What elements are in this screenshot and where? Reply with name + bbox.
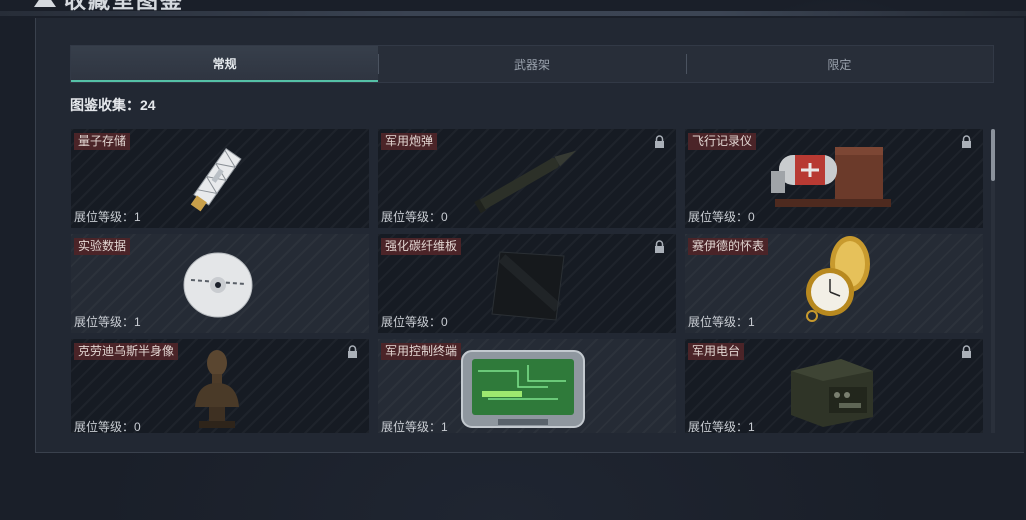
usb-drive-icon [190,148,242,212]
item-level: 展位等级：0 [74,420,141,433]
pocket-watch-icon [806,236,870,322]
item-card-military-radio[interactable]: 军用电台 展位等级：1 [685,339,983,433]
bust-icon [195,350,239,428]
item-card-quantum-storage[interactable]: 量子存储 展位等级：1 [71,129,369,228]
lock-icon [962,135,971,148]
tab-label: 武器架 [513,57,550,72]
tab-bar: 常规 武器架 限定 [70,45,994,83]
item-name: 赛伊德的怀表 [688,238,769,255]
tab-regular[interactable]: 常规 [71,46,379,82]
item-card-carbon-fiber-plate[interactable]: 强化碳纤维板 展位等级：0 [378,234,676,333]
control-terminal-icon [461,350,585,428]
title-triangle-icon [34,0,56,7]
item-name: 军用控制终端 [381,343,462,360]
tab-label: 限定 [827,57,852,72]
item-level: 展位等级：1 [74,210,141,224]
item-card-claudius-bust[interactable]: 克劳迪乌斯半身像 展位等级：0 [71,339,369,433]
carbon-plate-icon [491,251,565,321]
item-name: 强化碳纤维板 [381,238,462,255]
tab-label: 常规 [212,56,237,71]
scrollbar[interactable] [991,129,995,433]
page-title: 收藏室图鉴 [34,0,184,13]
item-level: 展位等级：1 [688,315,755,329]
item-card-pocket-watch[interactable]: 赛伊德的怀表 展位等级：1 [685,234,983,333]
radio-icon [791,359,873,427]
lock-icon [655,240,664,253]
item-name: 量子存储 [74,133,131,150]
header-divider [0,11,1026,16]
item-grid: 量子存储 展位等级：1 军用炮弹 展位等级：0 飞行记录仪 展位等级：0 实验数… [71,129,983,433]
item-level: 展位等级：0 [381,210,448,224]
item-card-control-terminal[interactable]: 军用控制终端 展位等级：1 [378,339,676,433]
tab-limited[interactable]: 限定 [685,46,993,82]
item-name: 飞行记录仪 [688,133,757,150]
item-level: 展位等级：1 [381,420,448,433]
item-name: 实验数据 [74,238,131,255]
item-card-flight-recorder[interactable]: 飞行记录仪 展位等级：0 [685,129,983,228]
item-name: 军用炮弹 [381,133,438,150]
collection-panel: 常规 武器架 限定 图鉴收集：24 量子存储 展位等级：1 军用炮弹 展位等级：… [35,18,1024,453]
item-level: 展位等级：1 [688,420,755,433]
item-card-experiment-data[interactable]: 实验数据 展位等级：1 [71,234,369,333]
item-card-military-shell[interactable]: 军用炮弹 展位等级：0 [378,129,676,228]
item-level: 展位等级：1 [74,315,141,329]
scrollbar-thumb[interactable] [991,129,995,181]
lock-icon [348,345,357,358]
collection-count: 图鉴收集：24 [70,97,156,113]
artillery-shell-icon [474,150,577,214]
item-level: 展位等级：0 [381,315,448,329]
item-level: 展位等级：0 [688,210,755,224]
disc-icon [183,252,253,318]
item-name: 军用电台 [688,343,745,360]
lock-icon [655,135,664,148]
lock-icon [962,345,971,358]
tab-weapon-rack[interactable]: 武器架 [378,46,685,82]
item-name: 克劳迪乌斯半身像 [74,343,179,360]
flight-recorder-icon [771,147,891,207]
